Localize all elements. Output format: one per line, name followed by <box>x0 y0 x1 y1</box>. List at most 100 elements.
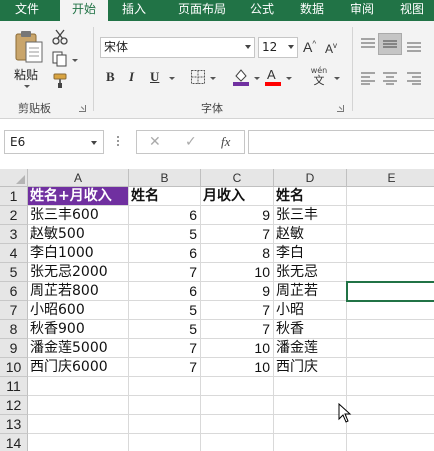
cell-a9[interactable]: 潘金莲5000 <box>28 339 129 358</box>
cell-c7[interactable]: 7 <box>201 301 274 320</box>
select-all-corner[interactable] <box>0 169 28 187</box>
align-left-icon[interactable] <box>360 71 376 85</box>
underline-dropdown-icon[interactable] <box>169 77 175 80</box>
cell-a10[interactable]: 西门庆6000 <box>28 358 129 377</box>
row-header-4[interactable]: 4 <box>0 244 28 263</box>
cell-d11[interactable] <box>274 377 347 396</box>
row-header-5[interactable]: 5 <box>0 263 28 282</box>
name-box[interactable]: E6 <box>4 130 104 154</box>
cell-c14[interactable] <box>201 434 274 451</box>
column-header-a[interactable]: A <box>28 169 129 187</box>
cell-b8[interactable]: 5 <box>129 320 201 339</box>
tab-file[interactable]: 文件 <box>2 0 52 21</box>
align-middle-button[interactable] <box>378 33 402 55</box>
cell-c2[interactable]: 9 <box>201 206 274 225</box>
cell-a5[interactable]: 张无忌2000 <box>28 263 129 282</box>
decrease-font-icon[interactable]: Av <box>325 41 337 56</box>
cell-e9[interactable] <box>347 339 434 358</box>
cell-a6[interactable]: 周芷若800 <box>28 282 129 301</box>
cell-a14[interactable] <box>28 434 129 451</box>
copy-icon[interactable] <box>52 51 68 67</box>
cell-e5[interactable] <box>347 263 434 282</box>
cell-d1[interactable]: 姓名 <box>274 187 347 206</box>
cell-b12[interactable] <box>129 396 201 415</box>
cell-a1[interactable]: 姓名+月收入 <box>28 187 129 206</box>
row-header-13[interactable]: 13 <box>0 415 28 434</box>
row-header-11[interactable]: 11 <box>0 377 28 396</box>
tab-page-layout[interactable]: 页面布局 <box>166 0 238 21</box>
cell-e4[interactable] <box>347 244 434 263</box>
cell-e13[interactable] <box>347 415 434 434</box>
cell-e10[interactable] <box>347 358 434 377</box>
cell-a8[interactable]: 秋香900 <box>28 320 129 339</box>
cell-c3[interactable]: 7 <box>201 225 274 244</box>
cell-a7[interactable]: 小昭600 <box>28 301 129 320</box>
row-header-12[interactable]: 12 <box>0 396 28 415</box>
font-color-dropdown-icon[interactable] <box>286 77 292 80</box>
tab-home[interactable]: 开始 <box>60 0 108 21</box>
formula-bar-grip[interactable] <box>116 135 120 149</box>
cell-d9[interactable]: 潘金莲 <box>274 339 347 358</box>
border-dropdown-icon[interactable] <box>210 77 216 80</box>
format-painter-icon[interactable] <box>52 73 70 89</box>
row-header-7[interactable]: 7 <box>0 301 28 320</box>
cell-b14[interactable] <box>129 434 201 451</box>
cell-c10[interactable]: 10 <box>201 358 274 377</box>
cell-d8[interactable]: 秋香 <box>274 320 347 339</box>
cell-d3[interactable]: 赵敏 <box>274 225 347 244</box>
increase-font-icon[interactable]: A^ <box>303 39 316 55</box>
cell-e3[interactable] <box>347 225 434 244</box>
cell-e1[interactable] <box>347 187 434 206</box>
row-header-6[interactable]: 6 <box>0 282 28 301</box>
cell-d2[interactable]: 张三丰 <box>274 206 347 225</box>
fill-color-dropdown-icon[interactable] <box>254 77 260 80</box>
cell-d10[interactable]: 西门庆 <box>274 358 347 377</box>
cell-d13[interactable] <box>274 415 347 434</box>
row-header-2[interactable]: 2 <box>0 206 28 225</box>
column-header-d[interactable]: D <box>274 169 347 187</box>
clipboard-launcher-icon[interactable] <box>79 105 86 112</box>
fill-color-icon[interactable] <box>232 67 250 87</box>
cell-a13[interactable] <box>28 415 129 434</box>
enter-icon[interactable]: ✓ <box>185 134 197 150</box>
copy-dropdown-icon[interactable] <box>72 59 78 62</box>
font-color-icon[interactable]: A <box>264 67 282 87</box>
cancel-icon[interactable]: ✕ <box>149 134 161 150</box>
cell-a12[interactable] <box>28 396 129 415</box>
cell-b3[interactable]: 5 <box>129 225 201 244</box>
cell-b9[interactable]: 7 <box>129 339 201 358</box>
align-right-icon[interactable] <box>406 71 422 85</box>
cell-e2[interactable] <box>347 206 434 225</box>
tab-insert[interactable]: 插入 <box>112 0 156 21</box>
cell-e12[interactable] <box>347 396 434 415</box>
cell-d12[interactable] <box>274 396 347 415</box>
font-size-select[interactable]: 12 <box>258 37 298 58</box>
font-name-select[interactable]: 宋体 <box>100 37 255 58</box>
column-header-c[interactable]: C <box>201 169 274 187</box>
formula-input[interactable] <box>248 130 434 154</box>
italic-button[interactable]: I <box>129 69 134 85</box>
align-center-icon[interactable] <box>382 71 398 85</box>
cell-e11[interactable] <box>347 377 434 396</box>
font-launcher-icon[interactable] <box>337 105 344 112</box>
cell-e14[interactable] <box>347 434 434 451</box>
cell-d4[interactable]: 李白 <box>274 244 347 263</box>
row-header-9[interactable]: 9 <box>0 339 28 358</box>
phonetic-dropdown-icon[interactable] <box>334 77 340 80</box>
cell-c6[interactable]: 9 <box>201 282 274 301</box>
cell-b4[interactable]: 6 <box>129 244 201 263</box>
cell-c12[interactable] <box>201 396 274 415</box>
row-header-1[interactable]: 1 <box>0 187 28 206</box>
cell-b13[interactable] <box>129 415 201 434</box>
cell-b7[interactable]: 5 <box>129 301 201 320</box>
paste-label[interactable]: 粘贴 <box>14 66 38 83</box>
tab-data[interactable]: 数据 <box>294 0 330 21</box>
cell-d6[interactable]: 周芷若 <box>274 282 347 301</box>
cell-a4[interactable]: 李白1000 <box>28 244 129 263</box>
row-header-8[interactable]: 8 <box>0 320 28 339</box>
cell-b11[interactable] <box>129 377 201 396</box>
row-header-3[interactable]: 3 <box>0 225 28 244</box>
cell-c13[interactable] <box>201 415 274 434</box>
cell-c1[interactable]: 月收入 <box>201 187 274 206</box>
cell-d5[interactable]: 张无忌 <box>274 263 347 282</box>
